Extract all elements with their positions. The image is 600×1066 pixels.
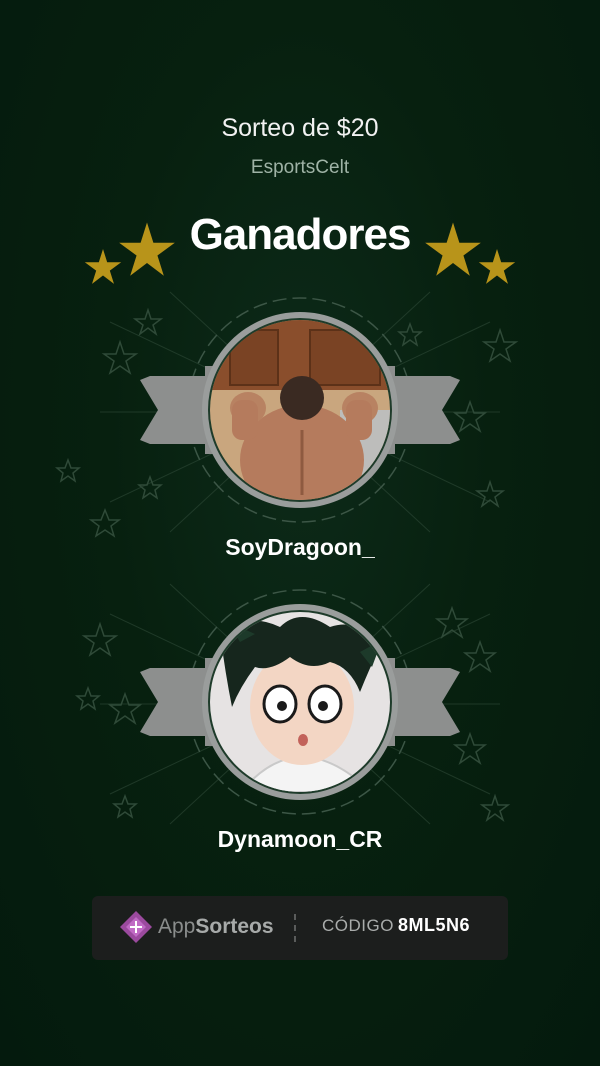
person-photo-icon [210,320,390,500]
brand-sorteos-text: Sorteos [195,915,274,938]
raffle-title: Sorteo de $20 [221,114,379,142]
winner-avatar [210,320,390,500]
organizer-name: EsportsCelt [250,157,350,178]
appsorteos-logo-icon [120,911,152,943]
star-icon [425,222,481,276]
code-value: 8ML5N6 [398,915,471,935]
star-icon [84,249,122,284]
brand-app-text: App [158,915,196,938]
winner-name: Dynamoon_CR [217,826,383,852]
footer-bar: AppSorteos CÓDIGO 8ML5N6 [92,896,508,960]
star-icon [478,249,516,284]
brand-name: AppSorteos [158,915,274,939]
star-icon [119,222,175,276]
winner-card: SoyDragoon_ [0,282,600,562]
winner-name: SoyDragoon_ [225,534,375,560]
code-label: CÓDIGO [322,916,394,935]
winner-card: Dynamoon_CR [0,574,600,854]
winner-avatar [210,612,390,792]
divider [294,914,296,942]
anime-avatar-icon [210,612,390,792]
